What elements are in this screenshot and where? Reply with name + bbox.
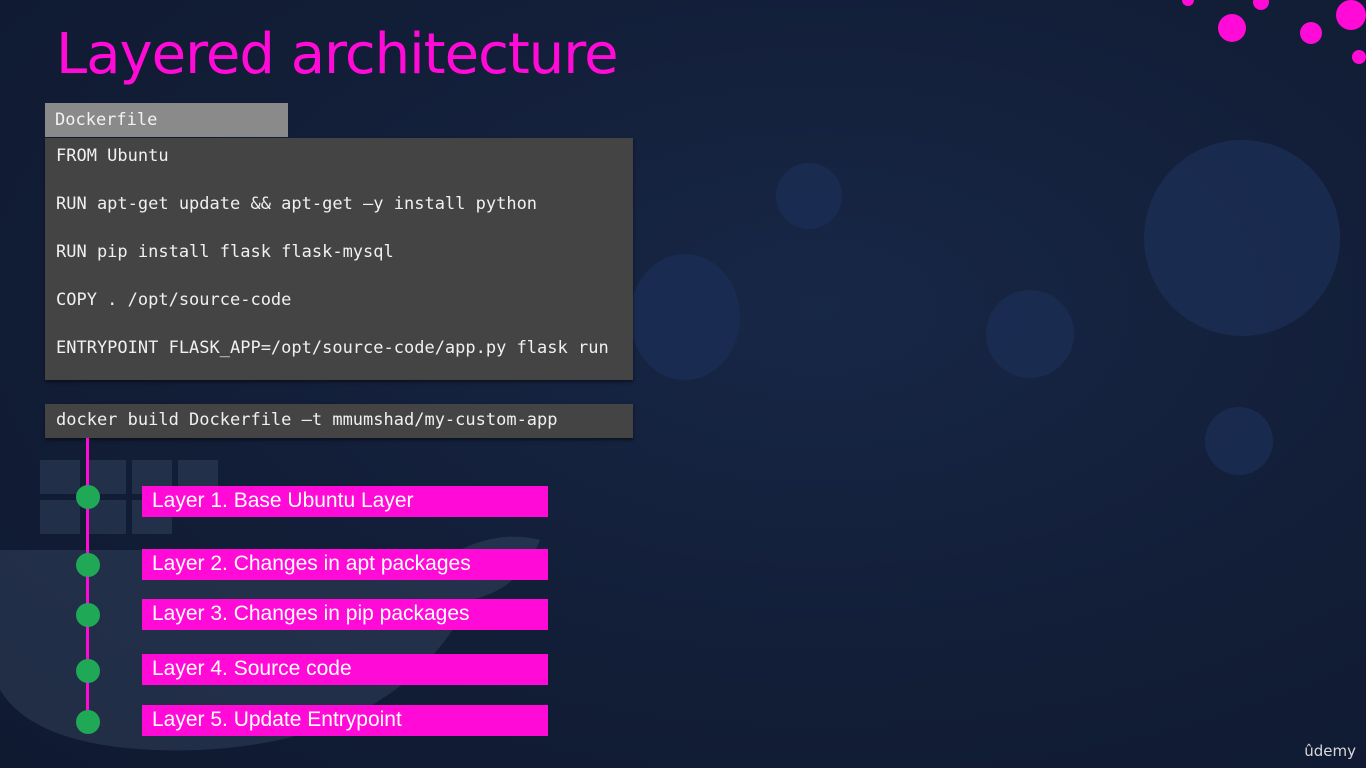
- layer-3-label: Layer 3. Changes in pip packages: [142, 599, 548, 630]
- decorative-dot: [1182, 0, 1194, 6]
- code-line-entrypoint: ENTRYPOINT FLASK_APP=/opt/source-code/ap…: [56, 338, 609, 358]
- decorative-dot: [1336, 0, 1366, 30]
- decorative-dot: [1218, 14, 1246, 42]
- layer-5-label: Layer 5. Update Entrypoint: [142, 705, 548, 736]
- decorative-dot: [1300, 22, 1322, 44]
- timeline-dot: [76, 659, 100, 683]
- background-circle: [776, 163, 842, 229]
- code-line-from: FROM Ubuntu: [56, 146, 169, 166]
- timeline-dot: [76, 485, 100, 509]
- dockerfile-tab: Dockerfile: [45, 103, 288, 137]
- decorative-dot: [1352, 50, 1366, 64]
- code-line-copy: COPY . /opt/source-code: [56, 290, 292, 310]
- background-circle: [986, 290, 1074, 378]
- timeline-dot: [76, 553, 100, 577]
- timeline-dot: [76, 603, 100, 627]
- layer-1-label: Layer 1. Base Ubuntu Layer: [142, 486, 548, 517]
- code-line-run-pip: RUN pip install flask flask-mysql: [56, 242, 394, 262]
- udemy-watermark: ûdemy: [1304, 742, 1356, 760]
- layer-4-label: Layer 4. Source code: [142, 654, 548, 685]
- docker-build-command: docker build Dockerfile –t mmumshad/my-c…: [45, 404, 633, 438]
- layer-2-label: Layer 2. Changes in apt packages: [142, 549, 548, 580]
- background-circle: [1144, 140, 1340, 336]
- code-line-run-apt: RUN apt-get update && apt-get –y install…: [56, 194, 538, 214]
- background-circle: [1205, 407, 1273, 475]
- dockerfile-code: FROM Ubuntu RUN apt-get update && apt-ge…: [45, 138, 633, 380]
- slide-title: Layered architecture: [56, 22, 619, 87]
- timeline-dot: [76, 710, 100, 734]
- background-circle: [630, 254, 740, 380]
- decorative-dot: [1253, 0, 1269, 10]
